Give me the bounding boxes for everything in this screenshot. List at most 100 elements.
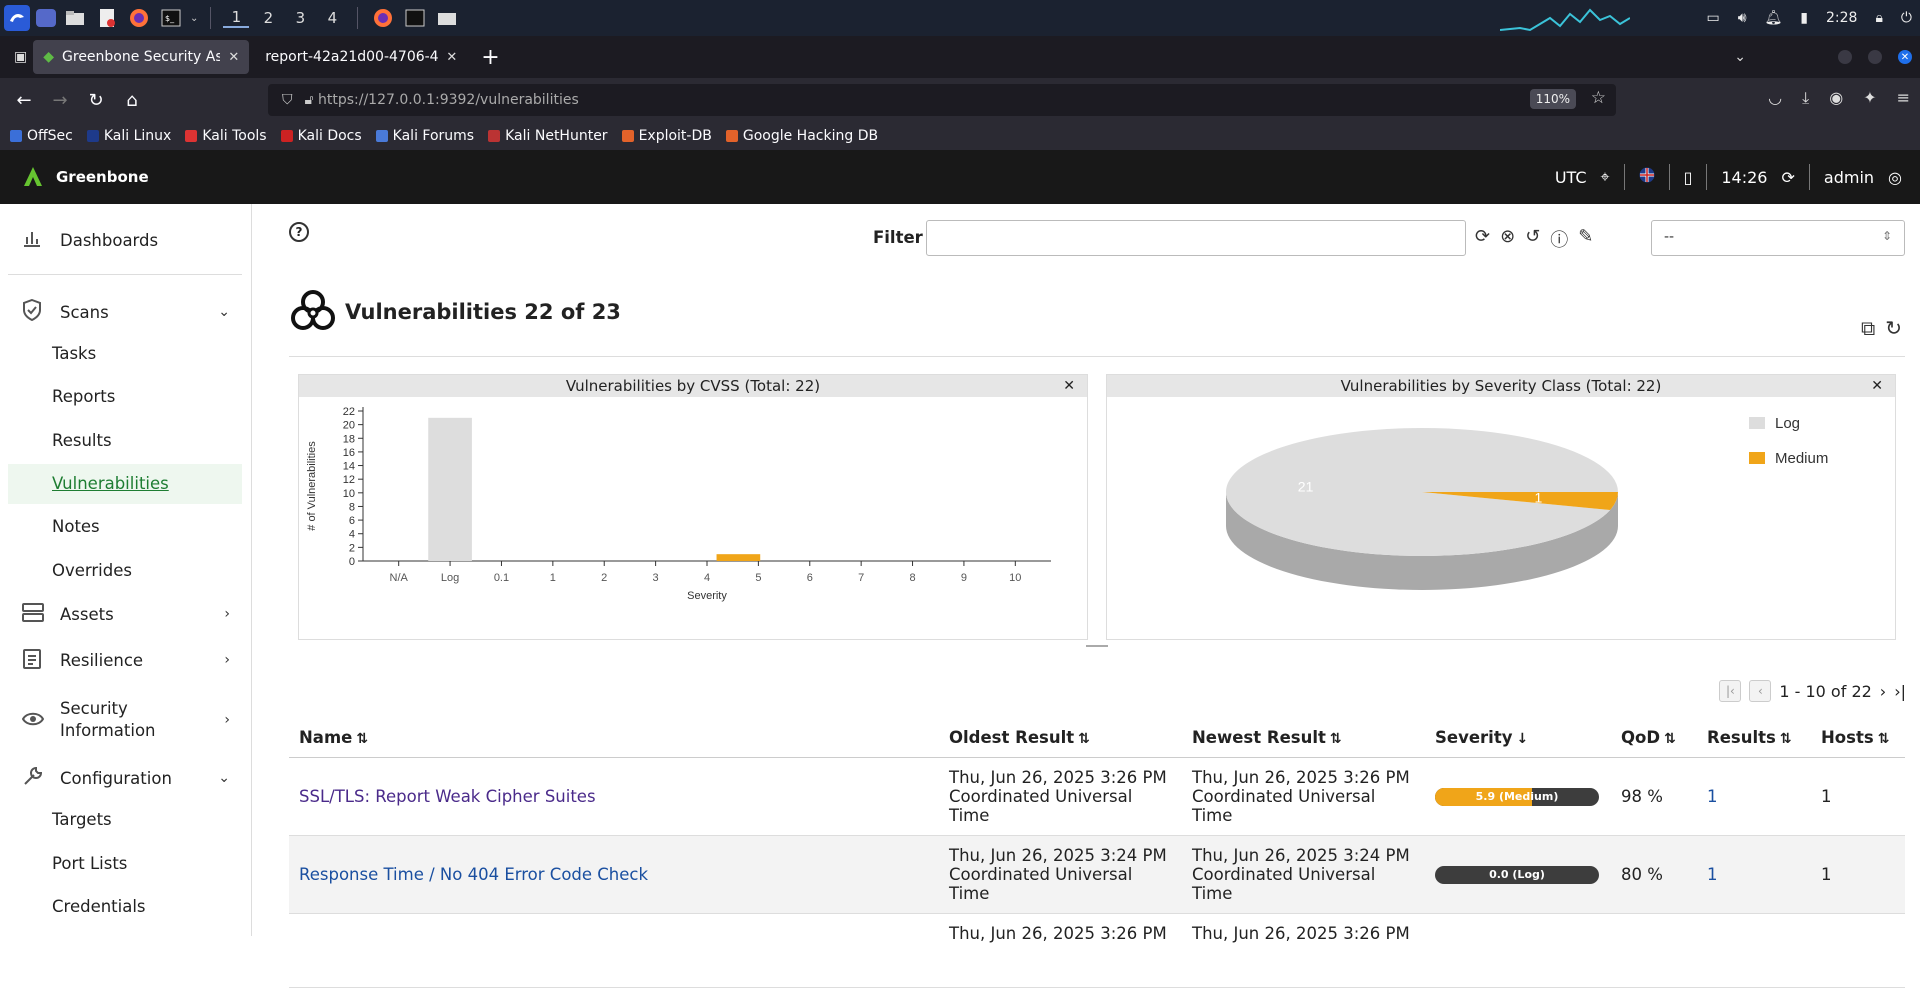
minimize-button[interactable] bbox=[1838, 50, 1852, 64]
column-header-qod[interactable]: QoD ⇅ bbox=[1611, 718, 1697, 758]
terminal-icon[interactable]: $_ bbox=[158, 5, 184, 31]
url-bar[interactable]: ⛉ 🔓︎ https://127.0.0.1:9392/vulnerabilit… bbox=[268, 84, 1616, 116]
sidebar-item-configuration[interactable]: Configuration ⌄ bbox=[0, 764, 252, 792]
battery-icon[interactable]: ▮ bbox=[1800, 10, 1808, 26]
workspace-1[interactable]: 1 bbox=[223, 8, 250, 28]
sidebar-item-port-lists[interactable]: Port Lists bbox=[52, 854, 127, 873]
column-header-oldest-result[interactable]: Oldest Result ⇅ bbox=[939, 718, 1182, 758]
sidebar-item-targets[interactable]: Targets bbox=[52, 810, 112, 829]
kali-menu-icon[interactable] bbox=[4, 5, 30, 31]
workspace-2[interactable]: 2 bbox=[255, 9, 281, 27]
notification-bell-icon[interactable]: 🔔︎ bbox=[1765, 10, 1783, 26]
home-button[interactable]: ⌂ bbox=[114, 85, 150, 115]
list-all-tabs-icon[interactable]: ⌄ bbox=[1734, 49, 1746, 65]
files-window-icon[interactable] bbox=[434, 5, 460, 31]
bookmark-exploit-db[interactable]: Exploit-DB bbox=[621, 128, 712, 144]
bookmark-kali-nethunter[interactable]: Kali NetHunter bbox=[488, 128, 608, 144]
new-dashboard-icon[interactable]: ⧉ bbox=[1861, 316, 1875, 340]
menu-icon[interactable]: ≡ bbox=[1897, 88, 1910, 108]
user-name[interactable]: admin bbox=[1824, 168, 1874, 187]
column-header-results[interactable]: Results ⇅ bbox=[1697, 718, 1811, 758]
tab-greenbone[interactable]: ◆ Greenbone Security Assis ✕ bbox=[33, 40, 250, 74]
vulnerability-name-link[interactable]: Response Time / No 404 Error Code Check bbox=[299, 865, 648, 884]
bookmark-kali-forums[interactable]: Kali Forums bbox=[375, 128, 474, 144]
firefox-window-icon[interactable] bbox=[370, 5, 396, 31]
bookmark-kali-linux[interactable]: Kali Linux bbox=[86, 128, 171, 144]
vulnerability-name-link[interactable]: SSL/TLS: Report Weak Cipher Suites bbox=[299, 787, 596, 806]
sidebar-item-vulnerabilities[interactable]: Vulnerabilities bbox=[52, 474, 169, 493]
downloads-icon[interactable]: ⤓ bbox=[1802, 88, 1809, 108]
close-chart-icon[interactable]: ✕ bbox=[1063, 375, 1075, 397]
volume-icon[interactable]: 🔊︎ bbox=[1738, 10, 1747, 26]
chevron-down-icon[interactable]: ⌄ bbox=[190, 13, 198, 24]
new-tab-button[interactable]: + bbox=[481, 45, 499, 70]
reload-button[interactable]: ↻ bbox=[78, 85, 114, 115]
next-page-button[interactable]: › bbox=[1880, 682, 1886, 701]
sidebar-item-overrides[interactable]: Overrides bbox=[52, 561, 132, 580]
power-icon[interactable]: ⏻ bbox=[1901, 10, 1912, 26]
close-chart-icon[interactable]: ✕ bbox=[1871, 375, 1883, 397]
sidebar-item-scans[interactable]: Scans ⌄ bbox=[0, 298, 252, 326]
desktop-icon[interactable] bbox=[36, 9, 56, 27]
close-tab-icon[interactable]: ✕ bbox=[446, 50, 457, 65]
firefox-icon[interactable] bbox=[126, 5, 152, 31]
help-icon[interactable]: ? bbox=[289, 222, 309, 242]
results-count-link[interactable]: 1 bbox=[1707, 787, 1718, 806]
bookmark-kali-docs[interactable]: Kali Docs bbox=[280, 128, 362, 144]
bookmark-offsec[interactable]: OffSec bbox=[10, 128, 73, 144]
results-count-link[interactable]: 1 bbox=[1707, 865, 1718, 884]
zoom-level[interactable]: 110% bbox=[1529, 89, 1576, 109]
sidebar-item-results[interactable]: Results bbox=[52, 431, 112, 450]
lock-warning-icon[interactable]: 🔓︎ bbox=[305, 92, 314, 108]
pocket-icon[interactable]: ◡ bbox=[1768, 88, 1782, 108]
reset-dashboard-icon[interactable]: ↻ bbox=[1885, 316, 1902, 340]
filter-help-icon[interactable]: ⓘ bbox=[1550, 226, 1568, 252]
filter-input[interactable] bbox=[926, 220, 1466, 256]
files-icon[interactable] bbox=[62, 5, 88, 31]
resize-handle[interactable] bbox=[1086, 645, 1108, 647]
sidebar-item-credentials[interactable]: Credentials bbox=[52, 897, 146, 916]
bookmark-star-icon[interactable]: ☆ bbox=[1591, 88, 1606, 108]
close-tab-icon[interactable]: ✕ bbox=[228, 50, 239, 65]
close-window-button[interactable]: ✕ bbox=[1898, 50, 1912, 64]
column-header-hosts[interactable]: Hosts ⇅ bbox=[1811, 718, 1905, 758]
tab-overview-icon[interactable]: ▣ bbox=[14, 49, 27, 65]
previous-page-button[interactable]: ‹ bbox=[1749, 680, 1772, 702]
sidebar-item-assets[interactable]: Assets › bbox=[0, 600, 252, 628]
sidebar-item-reports[interactable]: Reports bbox=[52, 387, 115, 406]
edit-filter-icon[interactable]: ✎ bbox=[1578, 226, 1593, 252]
user-icon[interactable]: ◎ bbox=[1888, 168, 1902, 187]
text-editor-icon[interactable] bbox=[94, 5, 120, 31]
clipboard-icon[interactable]: ▯ bbox=[1684, 168, 1693, 187]
last-page-button[interactable]: ›| bbox=[1894, 682, 1906, 701]
workspace-4[interactable]: 4 bbox=[319, 9, 345, 27]
workspace-3[interactable]: 3 bbox=[287, 9, 313, 27]
sidebar-item-notes[interactable]: Notes bbox=[52, 517, 100, 536]
column-header-severity[interactable]: Severity ↓ bbox=[1425, 718, 1611, 758]
extensions-icon[interactable]: ✦ bbox=[1863, 88, 1876, 108]
sidebar-item-dashboards[interactable]: Dashboards bbox=[0, 226, 252, 254]
terminal-window-icon[interactable] bbox=[402, 5, 428, 31]
forward-button[interactable]: → bbox=[42, 85, 78, 115]
bookmark-kali-tools[interactable]: Kali Tools bbox=[185, 128, 267, 144]
column-header-newest-result[interactable]: Newest Result ⇅ bbox=[1182, 718, 1425, 758]
refresh-icon[interactable]: ⟳ bbox=[1781, 168, 1794, 187]
filter-select[interactable]: -- ⇕ bbox=[1651, 220, 1905, 256]
tab-report[interactable]: report-42a21d00-4706-43b ✕ bbox=[255, 40, 467, 74]
sidebar-item-tasks[interactable]: Tasks bbox=[52, 344, 96, 363]
display-icon[interactable]: ▭ bbox=[1706, 10, 1719, 26]
column-header-name[interactable]: Name ⇅ bbox=[289, 718, 939, 758]
back-button[interactable]: ← bbox=[6, 85, 42, 115]
sidebar-item-resilience[interactable]: Resilience › bbox=[0, 646, 252, 674]
shield-icon[interactable]: ⛉ bbox=[282, 92, 293, 108]
refresh-filter-icon[interactable]: ⟳ bbox=[1475, 226, 1490, 252]
clear-filter-icon[interactable]: ⊗ bbox=[1500, 226, 1515, 252]
lock-icon[interactable]: 🔒︎ bbox=[1875, 10, 1882, 26]
first-page-button[interactable]: |‹ bbox=[1719, 680, 1742, 702]
sidebar-item-security-information[interactable]: Security Information › bbox=[0, 696, 252, 744]
uk-flag-icon[interactable] bbox=[1639, 167, 1655, 187]
reset-filter-icon[interactable]: ↺ bbox=[1525, 226, 1540, 252]
bookmark-google-hacking-db[interactable]: Google Hacking DB bbox=[725, 128, 878, 144]
clock[interactable]: 2:28 bbox=[1826, 10, 1857, 26]
greenbone-logo[interactable]: Greenbone bbox=[20, 164, 149, 190]
